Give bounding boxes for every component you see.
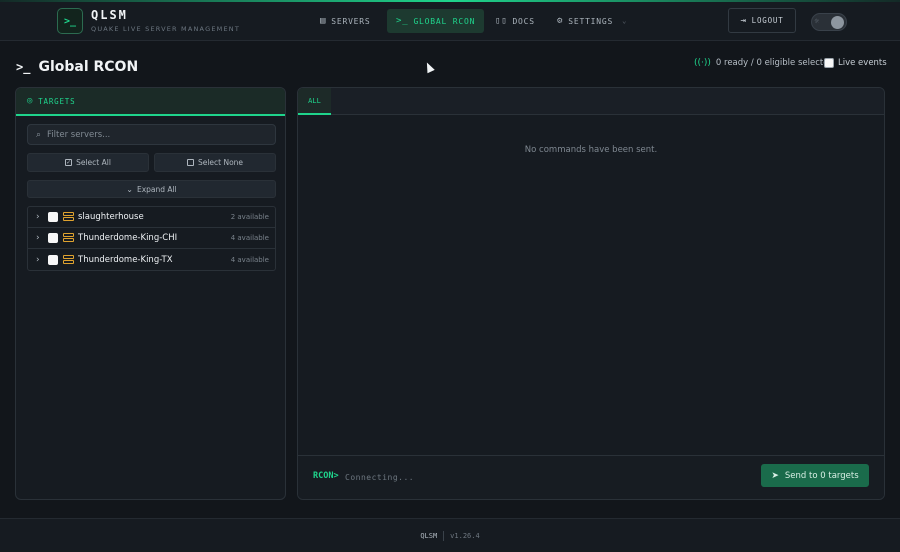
nav-settings-label: SETTINGS xyxy=(568,16,614,26)
server-checkbox[interactable] xyxy=(48,233,58,243)
targets-panel: ◎ TARGETS ⌕ ✓ Select All Select None ⌄ E… xyxy=(15,87,286,500)
server-row[interactable]: › Thunderdome-King-CHI 4 available xyxy=(28,228,275,249)
selection-status: ((·)) 0 ready / 0 eligible selected xyxy=(694,58,834,68)
send-button-label: Send to 0 targets xyxy=(784,470,859,481)
targets-header: ◎ TARGETS xyxy=(16,88,285,116)
top-nav-bar: >_ QLSM QUAKE LIVE SERVER MANAGEMENT ▤ S… xyxy=(0,2,900,41)
terminal-icon: >_ xyxy=(16,60,31,74)
select-none-label: Select None xyxy=(197,158,244,167)
chevron-down-icon: ⌄ xyxy=(622,17,628,25)
logout-icon: ⇥ xyxy=(740,15,747,26)
server-row[interactable]: › slaughterhouse 2 available xyxy=(28,207,275,228)
server-name: Thunderdome-King-TX xyxy=(78,254,173,265)
checkbox-empty-icon xyxy=(186,159,194,166)
live-events-toggle[interactable]: Live events xyxy=(824,58,887,68)
chevron-right-icon[interactable]: › xyxy=(36,233,48,243)
server-availability: 4 available xyxy=(230,255,269,264)
console-empty-message: No commands have been sent. xyxy=(524,145,658,155)
book-icon: ▯▯ xyxy=(495,16,508,26)
server-icon: ▤ xyxy=(320,16,327,26)
nav-settings[interactable]: ⚙ SETTINGS ⌄ xyxy=(548,9,636,33)
footer: QLSM v1.26.4 xyxy=(0,518,900,552)
live-events-checkbox[interactable] xyxy=(824,58,834,68)
server-checkbox[interactable] xyxy=(48,212,58,222)
console-tabs: ALL xyxy=(298,88,884,115)
server-row[interactable]: › Thunderdome-King-TX 4 available xyxy=(28,249,275,270)
checkbox-checked-icon: ✓ xyxy=(65,159,73,166)
select-none-button[interactable]: Select None xyxy=(154,153,276,172)
expand-all-label: Expand All xyxy=(136,184,177,194)
server-checkbox[interactable] xyxy=(48,254,58,265)
toggle-knob xyxy=(831,16,844,29)
select-all-label: Select All xyxy=(76,158,111,167)
nav-global-rcon-label: GLOBAL RCON xyxy=(413,16,476,26)
footer-divider xyxy=(443,530,445,541)
server-name: Thunderdome-King-CHI xyxy=(78,233,178,243)
targets-header-label: TARGETS xyxy=(38,96,76,106)
server-availability: 2 available xyxy=(230,213,269,221)
server-name: slaughterhouse xyxy=(78,212,144,222)
logout-label: LOGOUT xyxy=(751,16,784,25)
broadcast-icon: ((·)) xyxy=(694,58,711,68)
nav-servers[interactable]: ▤ SERVERS xyxy=(311,9,380,33)
search-icon: ⌕ xyxy=(36,129,42,140)
page-title-text: Global RCON xyxy=(38,59,139,75)
mouse-cursor xyxy=(423,60,435,74)
select-all-button[interactable]: ✓ Select All xyxy=(27,153,149,172)
server-availability: 4 available xyxy=(230,234,269,242)
chevron-right-icon[interactable]: › xyxy=(36,255,48,265)
rcon-command-input[interactable] xyxy=(345,468,745,486)
target-icon: ◎ xyxy=(27,96,34,106)
chevron-right-icon[interactable]: › xyxy=(36,212,48,222)
server-icon xyxy=(63,254,74,265)
terminal-logo-icon[interactable]: >_ xyxy=(57,8,83,34)
nav-docs-label: DOCS xyxy=(512,16,535,26)
send-button[interactable]: ➤ Send to 0 targets xyxy=(761,464,869,487)
console-panel: ALL No commands have been sent. RCON> ➤ … xyxy=(297,87,885,500)
server-icon xyxy=(63,233,74,243)
tab-all[interactable]: ALL xyxy=(298,88,331,115)
server-icon xyxy=(63,212,74,222)
server-filter: ⌕ xyxy=(27,124,276,145)
send-icon: ➤ xyxy=(771,470,779,481)
logout-button[interactable]: ⇥ LOGOUT xyxy=(728,8,796,33)
expand-all-button[interactable]: ⌄ Expand All xyxy=(27,180,276,198)
nav-servers-label: SERVERS xyxy=(331,16,371,26)
theme-toggle[interactable]: ☼ xyxy=(811,13,847,31)
command-bar: RCON> ➤ Send to 0 targets xyxy=(298,455,884,499)
gear-icon: ⚙ xyxy=(557,16,564,26)
terminal-icon: >_ xyxy=(396,16,409,26)
rcon-prompt: RCON> xyxy=(313,471,339,481)
page-title: >_ Global RCON xyxy=(16,59,138,75)
footer-version: v1.26.4 xyxy=(450,531,480,540)
nav-global-rcon[interactable]: >_ GLOBAL RCON xyxy=(387,9,485,33)
footer-brand: QLSM xyxy=(420,531,438,540)
server-filter-input[interactable] xyxy=(47,129,248,140)
brand-name[interactable]: QLSM xyxy=(91,8,128,22)
live-events-label: Live events xyxy=(838,58,887,68)
sun-icon: ☼ xyxy=(814,18,820,25)
brand-subtitle: QUAKE LIVE SERVER MANAGEMENT xyxy=(91,25,240,33)
selection-status-text: 0 ready / 0 eligible selected xyxy=(715,58,834,68)
nav-docs[interactable]: ▯▯ DOCS xyxy=(486,9,544,33)
server-list: › slaughterhouse 2 available › Thunderdo… xyxy=(27,206,276,271)
chevron-down-icon: ⌄ xyxy=(126,184,133,194)
